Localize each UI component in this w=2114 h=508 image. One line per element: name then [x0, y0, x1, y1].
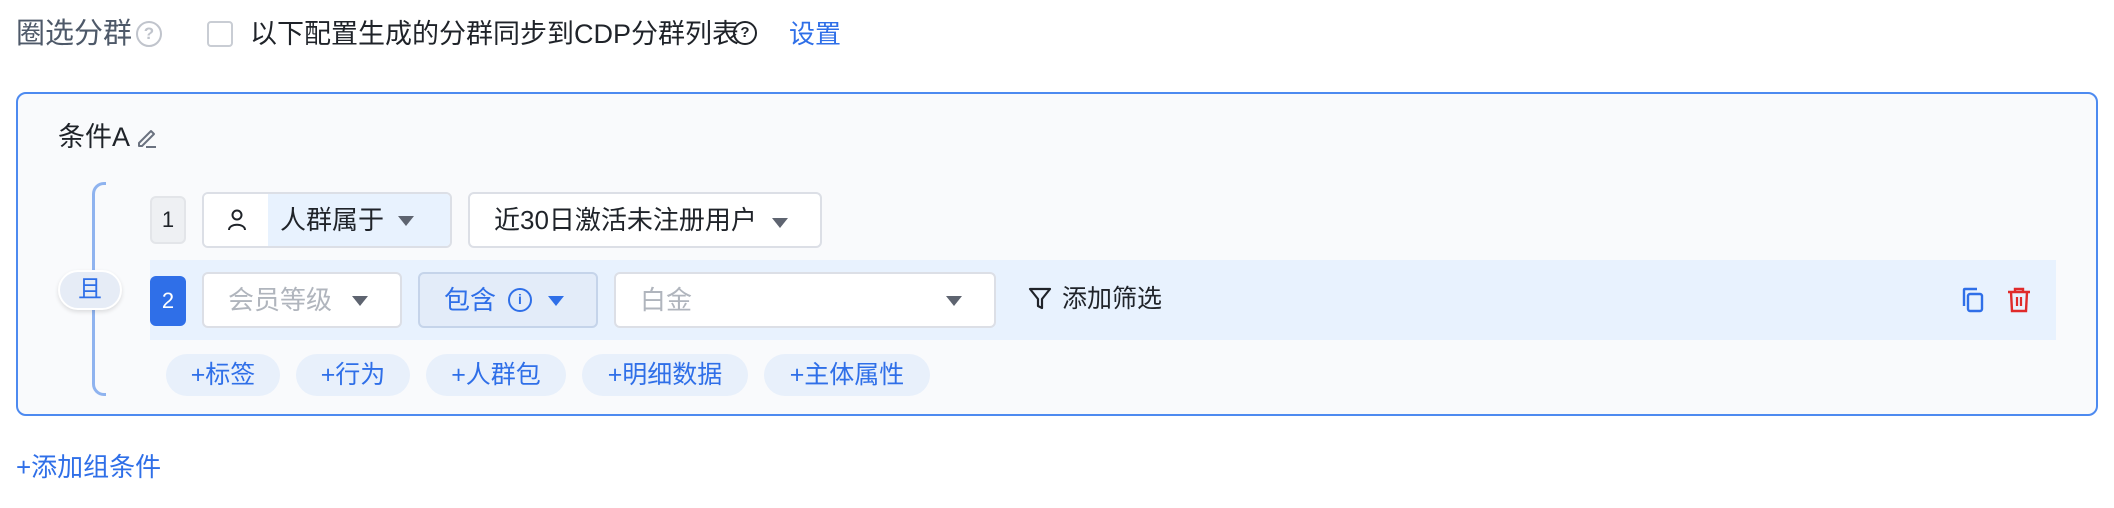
edit-icon[interactable] [134, 124, 160, 150]
operator-label: 包含 [444, 285, 497, 315]
add-tag-button[interactable]: +标签 [166, 354, 280, 396]
caret-down-icon [398, 216, 414, 226]
condition-group-title: 条件A [58, 122, 131, 152]
audience-value-select[interactable]: 近30日激活未注册用户 [468, 192, 822, 248]
audience-value-label: 近30日激活未注册用户 [494, 205, 757, 235]
member-level-placeholder: 会员等级 [228, 285, 333, 315]
logic-and-toggle[interactable]: 且 [58, 270, 122, 310]
member-level-value-select[interactable]: 白金 [614, 272, 996, 328]
caret-down-icon [352, 296, 368, 306]
question-circle-icon[interactable]: ? [136, 21, 162, 47]
add-group-condition-button[interactable]: +添加组条件 [16, 448, 161, 486]
add-detail-data-button[interactable]: +明细数据 [582, 354, 748, 396]
copy-icon[interactable] [1960, 286, 1986, 314]
add-entity-attribute-button[interactable]: +主体属性 [764, 354, 930, 396]
row-index-active: 2 [150, 276, 186, 326]
section-title: 圈选分群 [16, 18, 133, 50]
value-placeholder: 白金 [640, 285, 693, 315]
info-icon[interactable]: i [508, 288, 532, 312]
sync-help-icon[interactable]: ? [733, 21, 757, 45]
audience-type-select[interactable]: 人群属于 [202, 192, 452, 248]
person-icon [228, 209, 246, 231]
caret-down-icon [946, 296, 962, 306]
settings-link[interactable]: 设置 [789, 14, 841, 54]
operator-select[interactable]: 包含 i [418, 272, 598, 328]
filter-icon [1028, 287, 1052, 310]
caret-down-icon [772, 218, 788, 228]
member-level-select[interactable]: 会员等级 [202, 272, 402, 328]
add-filter-label: 添加筛选 [1062, 285, 1163, 313]
sync-cdp-label[interactable]: 以下配置生成的分群同步到CDP分群列表 [250, 14, 739, 54]
caret-down-icon [548, 296, 564, 306]
row-index: 1 [150, 196, 186, 244]
sync-cdp-checkbox[interactable] [207, 21, 233, 47]
add-behavior-button[interactable]: +行为 [296, 354, 410, 396]
audience-type-label: 人群属于 [280, 205, 385, 235]
add-audience-pack-button[interactable]: +人群包 [426, 354, 566, 396]
delete-icon[interactable] [2006, 286, 2032, 314]
